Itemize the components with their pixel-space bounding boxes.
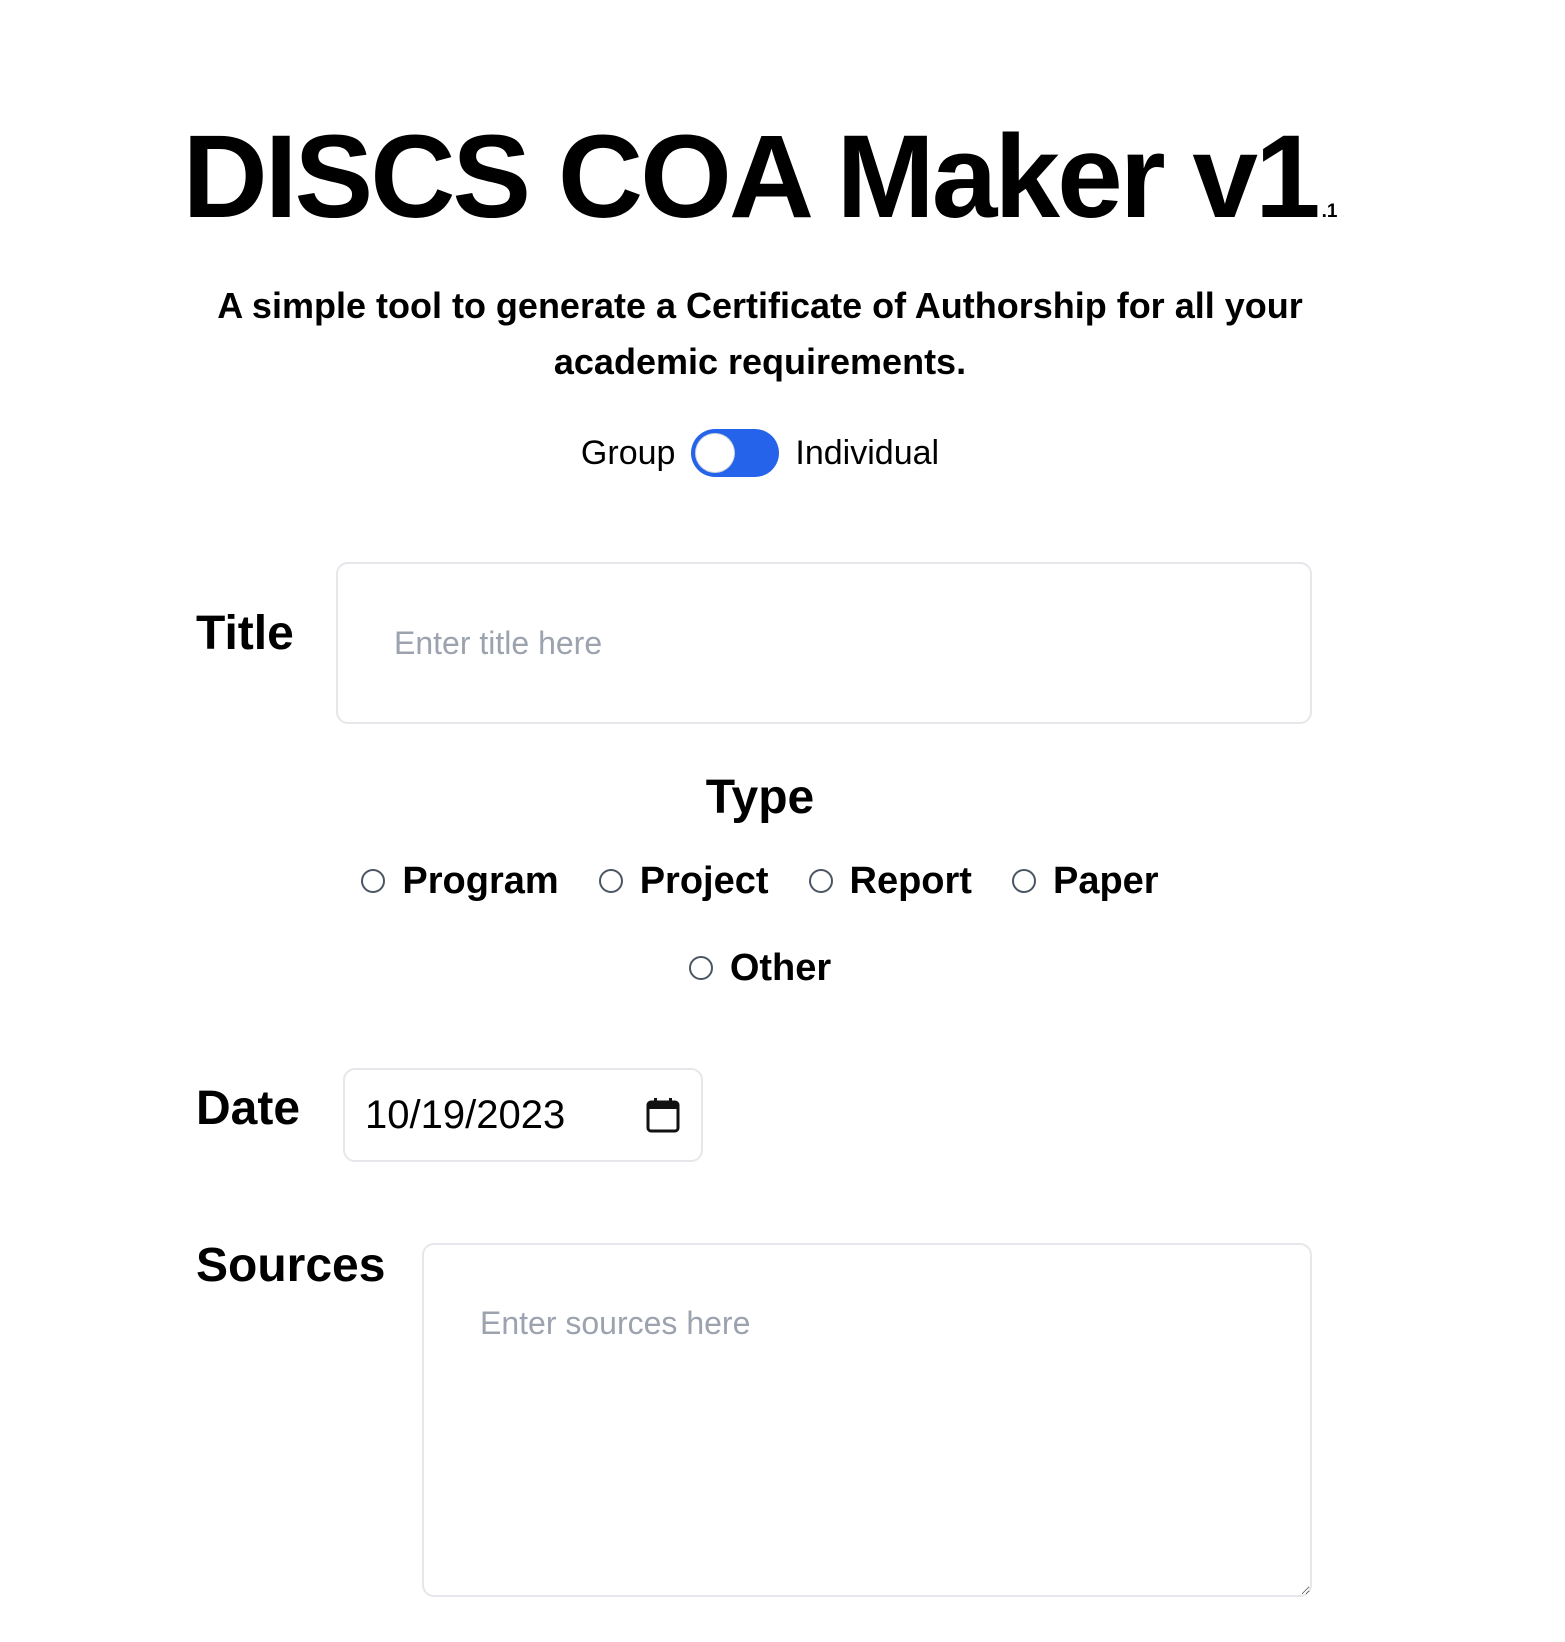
- toggle-knob: [696, 434, 735, 472]
- mode-toggle-row: Group Individual: [0, 425, 1520, 481]
- radio-button[interactable]: [808, 869, 833, 893]
- date-input[interactable]: 10/19/2023: [343, 1068, 703, 1162]
- title-input[interactable]: [336, 562, 1312, 724]
- mode-label-individual[interactable]: Individual: [795, 434, 939, 473]
- type-option-project[interactable]: Project: [598, 860, 769, 903]
- radio-button[interactable]: [688, 956, 713, 980]
- radio-button[interactable]: [1011, 869, 1036, 893]
- sources-textarea[interactable]: [422, 1243, 1312, 1597]
- radio-label[interactable]: Paper: [1053, 860, 1159, 903]
- type-option-program[interactable]: Program: [361, 860, 559, 903]
- page-subtitle: A simple tool to generate a Certificate …: [217, 285, 1303, 382]
- date-label: Date: [196, 1082, 301, 1135]
- app-header: DISCS COA Maker v1.1: [0, 112, 1520, 242]
- title-label: Title: [196, 607, 294, 660]
- mode-toggle-switch[interactable]: [691, 429, 780, 477]
- sources-label: Sources: [196, 1239, 386, 1292]
- radio-label[interactable]: Program: [402, 860, 558, 903]
- date-value[interactable]: 10/19/2023: [365, 1093, 645, 1138]
- radio-label[interactable]: Project: [640, 860, 769, 903]
- radio-label[interactable]: Other: [730, 947, 831, 990]
- type-radio-group: Program Project Report Paper: [0, 853, 1520, 909]
- type-option-paper[interactable]: Paper: [1011, 860, 1159, 903]
- radio-button[interactable]: [361, 869, 386, 893]
- type-option-report[interactable]: Report: [808, 860, 972, 903]
- type-heading: Type: [705, 771, 815, 824]
- mode-label-group[interactable]: Group: [581, 434, 676, 473]
- type-radio-group-row-2: Other: [0, 940, 1520, 996]
- radio-button[interactable]: [598, 869, 623, 893]
- radio-label[interactable]: Report: [850, 860, 972, 903]
- type-option-other[interactable]: Other: [688, 947, 831, 990]
- version-suffix: .1: [1321, 201, 1338, 222]
- calendar-icon[interactable]: [645, 1096, 681, 1134]
- page-title: DISCS COA Maker v1: [182, 111, 1320, 243]
